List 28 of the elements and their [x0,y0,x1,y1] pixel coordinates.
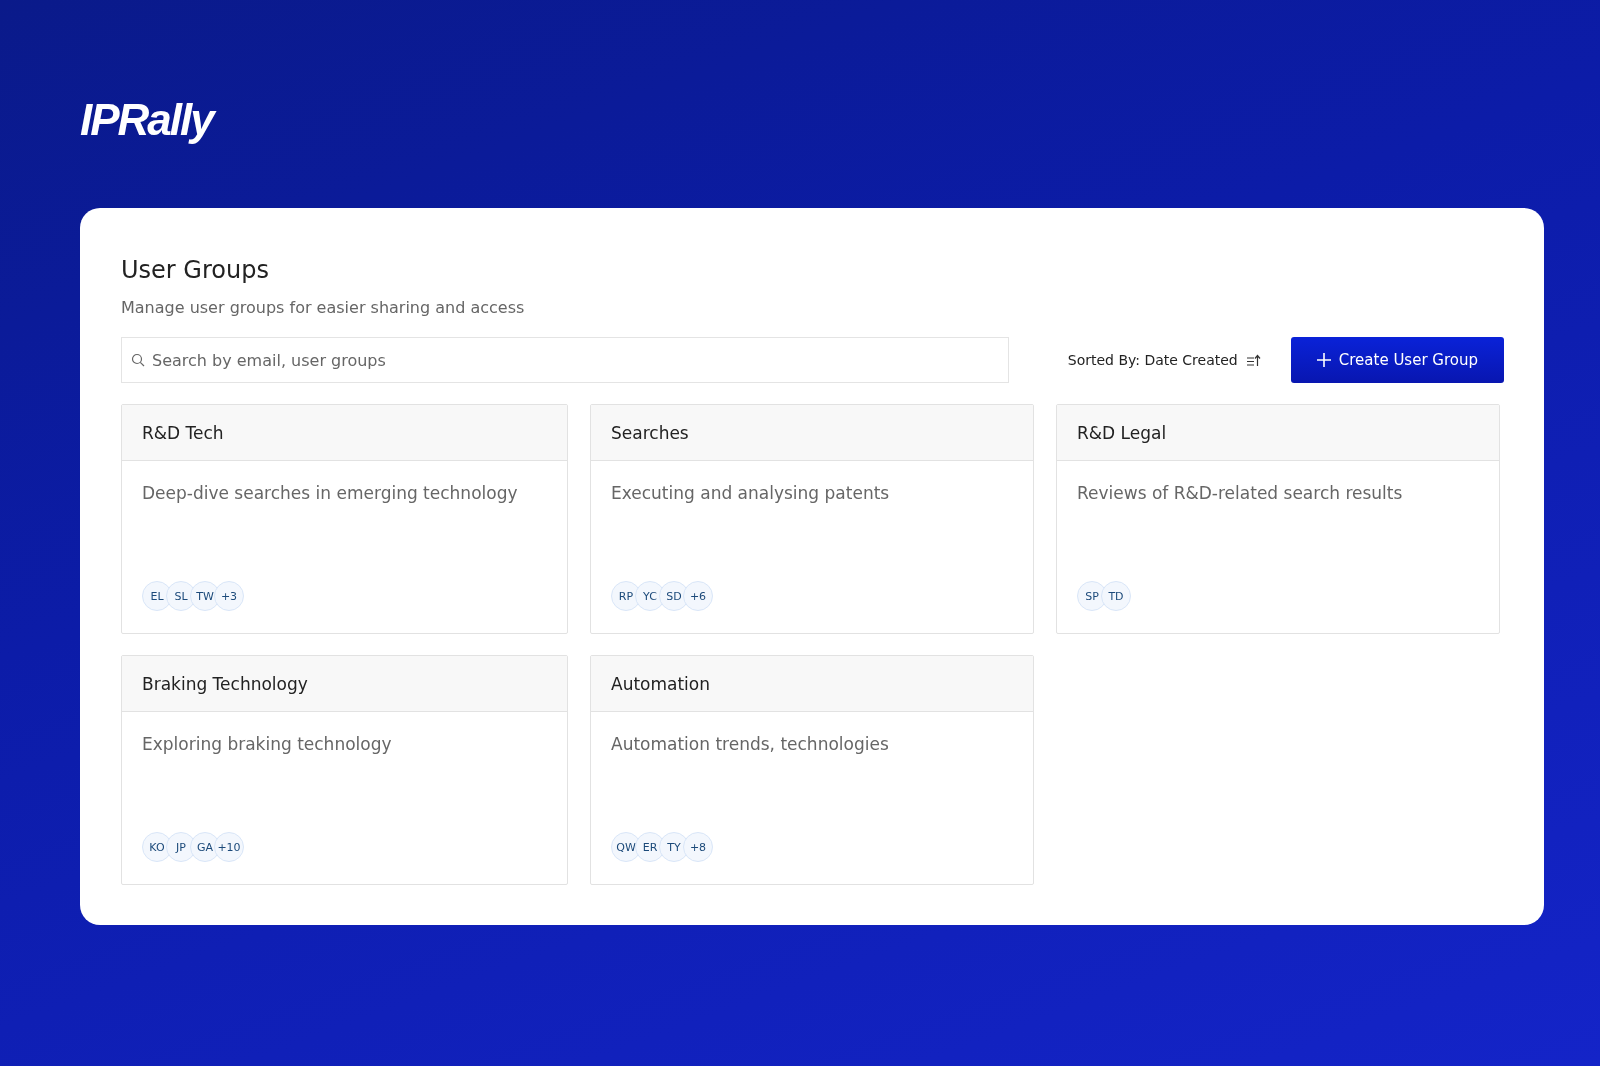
group-card[interactable]: R&D Tech Deep-dive searches in emerging technology EL SL TW +3 [121,404,568,634]
group-name: R&D Tech [142,422,224,443]
group-description: Exploring braking technology [142,734,393,754]
member-avatar: +8 [683,832,713,862]
group-description: Automation trends, technologies [611,734,890,754]
sort-label[interactable]: Sorted By: Date Created [1067,352,1238,368]
page-title: User Groups [121,256,270,284]
group-card[interactable]: Braking Technology Exploring braking technology KO JP GA +10 [121,655,568,885]
group-card[interactable]: Searches Executing and analysing patents RP YC SD +6 [590,404,1034,634]
member-avatar: TD [1101,581,1131,611]
group-card[interactable]: R&D Legal Reviews of R&D-related search results SP TD [1056,404,1500,634]
search-field[interactable]: Search by email, user groups [121,337,1009,383]
group-name: R&D Legal [1077,422,1167,443]
create-user-group-button[interactable]: Create User Group [1290,337,1504,383]
group-description: Reviews of R&D-related search results [1077,483,1404,503]
group-description: Deep-dive searches in emerging technology [142,483,519,503]
member-avatar: +6 [683,581,713,611]
member-avatar: +10 [214,832,244,862]
group-card[interactable]: Automation Automation trends, technologies QW ER TY +8 [590,655,1034,885]
page-subtitle: Manage user groups for easier sharing and access [121,298,526,317]
plus-icon [1316,353,1331,367]
member-avatar: +3 [214,581,244,611]
group-name: Braking Technology [142,673,308,694]
group-name: Searches [611,422,689,443]
search-icon [131,353,145,367]
group-name: Automation [611,673,710,694]
group-description: Executing and analysing patents [611,483,891,503]
sort-icon[interactable] [1245,353,1261,367]
